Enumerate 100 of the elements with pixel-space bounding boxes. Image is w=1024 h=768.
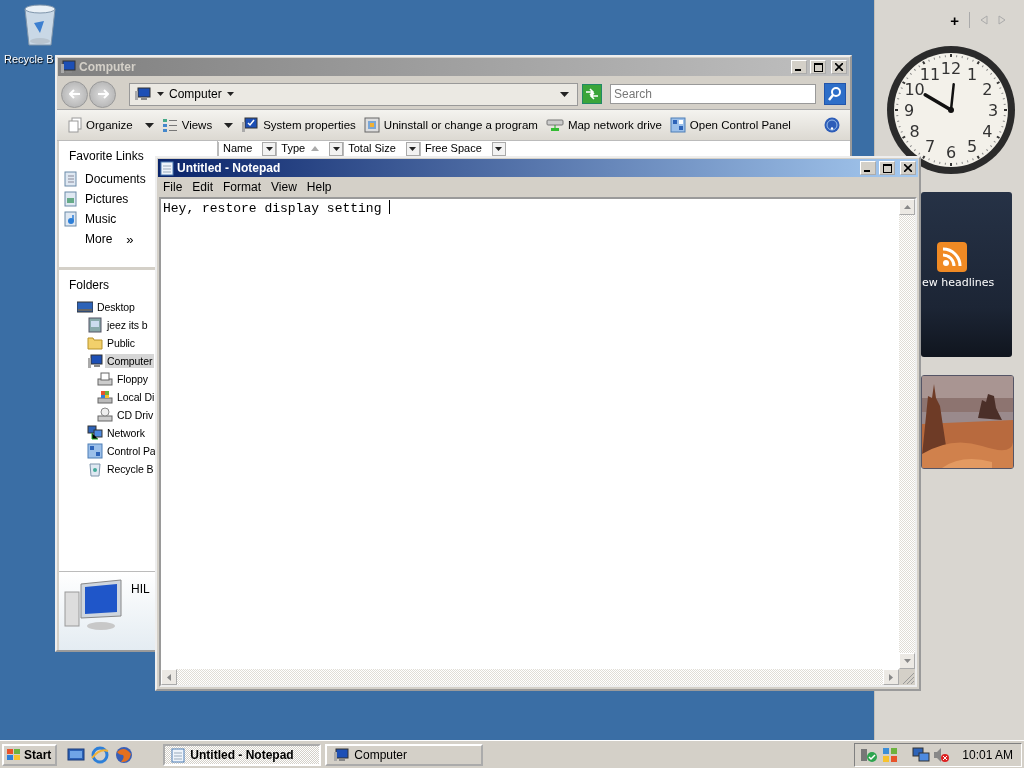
caret-icon [332, 147, 340, 151]
menu-item[interactable]: View [266, 180, 302, 194]
maximize-icon [882, 163, 892, 173]
taskbar-button[interactable]: Computer [325, 743, 484, 766]
back-arrow-icon [68, 89, 81, 99]
more-link[interactable]: More [85, 232, 113, 246]
column-dropdown-button[interactable] [262, 142, 277, 156]
browser-icon[interactable] [91, 745, 110, 764]
notepad-icon [171, 746, 186, 763]
favorite-link[interactable]: Documents [85, 172, 146, 186]
taskbar-button[interactable]: Untitled - Notepad [163, 743, 322, 766]
toolbar-button[interactable]: Views [158, 118, 237, 132]
left-arrow-icon [167, 673, 171, 681]
list-view-icon [161, 118, 178, 132]
help-icon[interactable] [824, 117, 840, 133]
right-arrow-icon [889, 673, 893, 681]
column-dropdown-button[interactable] [329, 142, 344, 156]
computer-icon [87, 353, 103, 369]
caret-icon [265, 147, 273, 151]
tree-item[interactable]: Computer [105, 354, 155, 368]
tree-item[interactable]: CD Driv [115, 408, 156, 422]
menu-item[interactable]: Edit [187, 180, 219, 194]
image-file-icon [87, 317, 103, 333]
refresh-button[interactable] [582, 84, 602, 104]
monitor-icon [77, 299, 93, 315]
vertical-scrollbar[interactable] [899, 199, 915, 669]
scroll-up-button[interactable] [899, 199, 915, 215]
horizontal-scrollbar[interactable] [161, 669, 899, 685]
recycle-bin-icon [87, 461, 103, 477]
network-icon[interactable] [912, 746, 931, 763]
tree-item[interactable]: Desktop [95, 300, 137, 314]
favorite-link[interactable]: Music [85, 212, 117, 226]
tree-item[interactable]: Local Di [115, 390, 157, 404]
scroll-right-button[interactable] [883, 669, 899, 685]
more-chevron[interactable]: » [126, 231, 134, 247]
toolbar-button[interactable]: Open Control Panel [666, 117, 794, 133]
desktop-icon-label[interactable]: Recycle B [4, 53, 54, 65]
caret-icon [409, 147, 417, 151]
clock-numeral: 8 [909, 122, 920, 141]
scroll-down-button[interactable] [899, 653, 915, 669]
favorite-link[interactable]: Pictures [85, 192, 129, 206]
globe-icon[interactable] [115, 745, 134, 764]
toolbar-button[interactable]: Organize [65, 117, 157, 133]
tree-item[interactable]: Network [105, 426, 147, 440]
close-icon [904, 164, 912, 172]
computer-drawing [63, 578, 125, 632]
maximize-icon [813, 62, 823, 72]
maximize-button[interactable] [810, 60, 826, 74]
clock-time[interactable]: 10:01 AM [962, 747, 1013, 762]
close-button[interactable] [831, 60, 847, 74]
menu-item[interactable]: File [158, 180, 188, 194]
add-gadget-button[interactable]: + [950, 11, 959, 29]
folder-icon [87, 335, 103, 351]
refresh-arrows-icon [585, 88, 599, 100]
computer-check-icon [241, 117, 260, 133]
document-icon [63, 171, 79, 187]
up-arrow-icon [903, 205, 911, 209]
text-area[interactable]: Hey, restore display setting [161, 199, 899, 669]
menu-item[interactable]: Help [301, 180, 337, 194]
news-gadget[interactable]: ew headlines [921, 192, 1012, 357]
tree-item[interactable]: Control Pa [105, 444, 158, 458]
address-bar[interactable]: Computer [129, 82, 578, 106]
music-icon [63, 211, 79, 227]
network-icon [87, 425, 103, 441]
rss-icon [937, 242, 967, 272]
caret-icon[interactable] [157, 92, 164, 96]
maximize-button[interactable] [879, 161, 895, 175]
scroll-left-button[interactable] [161, 669, 177, 685]
computer-icon [60, 60, 76, 74]
toolbar-button[interactable]: System properties [238, 117, 359, 133]
caret-icon[interactable] [226, 92, 234, 96]
recycle-bin-icon[interactable] [22, 3, 58, 47]
minimize-button[interactable] [791, 60, 807, 74]
back-button[interactable] [61, 80, 88, 108]
minimize-button[interactable] [860, 161, 876, 175]
start-button[interactable]: Start [2, 743, 58, 766]
close-button[interactable] [900, 161, 916, 175]
clock-numeral: 3 [987, 101, 999, 120]
breadcrumb[interactable]: Computer [169, 87, 222, 101]
tree-item[interactable]: Public [105, 336, 137, 350]
toolbar-button[interactable]: Uninstall or change a program [360, 117, 541, 133]
speaker-muted-icon[interactable] [933, 746, 950, 763]
control-panel-icon [669, 117, 686, 133]
toolbar-button[interactable]: Map network drive [542, 118, 665, 132]
search-button[interactable] [824, 83, 846, 105]
program-box-icon [363, 117, 380, 133]
search-field[interactable]: Search [610, 84, 816, 104]
forward-arrow-icon [96, 89, 109, 99]
security-check-icon[interactable] [859, 746, 880, 763]
tree-item[interactable]: jeez its b [105, 318, 150, 332]
forward-button[interactable] [89, 80, 116, 108]
search-icon [827, 86, 843, 102]
tree-item[interactable]: Recycle B [105, 462, 156, 476]
show-desktop-icon[interactable] [67, 746, 86, 763]
picture-file-icon [63, 191, 79, 207]
close-icon [835, 63, 843, 71]
menu-item[interactable]: Format [218, 180, 267, 194]
tree-item[interactable]: Floppy [115, 372, 150, 386]
headlines-link[interactable]: ew headlines [921, 276, 995, 289]
dropdown-arrow-icon[interactable] [560, 91, 569, 97]
